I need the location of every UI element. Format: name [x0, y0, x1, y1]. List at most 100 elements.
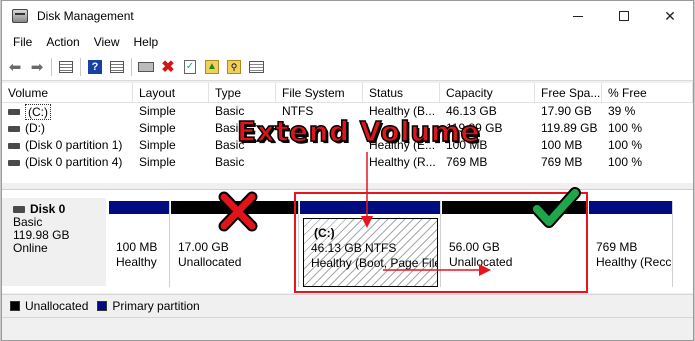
partition-label: (C:)	[314, 226, 335, 240]
volume-name: (Disk 0 partition 4)	[25, 155, 123, 169]
volume-name: (Disk 0 partition 1)	[25, 138, 123, 152]
list-view-button[interactable]	[247, 58, 265, 76]
table-cell: Simple	[139, 138, 176, 152]
partition-unallocated-2[interactable]: 56.00 GB Unallocated	[442, 201, 588, 287]
menu-bar: File Action View Help	[2, 31, 693, 53]
check-button[interactable]: ✓	[181, 58, 199, 76]
partition-c-selected: (C:) 46.13 GB NTFS Healthy (Boot, Page F…	[303, 218, 438, 287]
column-layout[interactable]: Layout	[133, 83, 209, 102]
disk-management-window: Disk Management ✕ File Action View Help …	[1, 0, 694, 341]
close-button[interactable]: ✕	[647, 1, 693, 31]
disk-status: Online	[13, 241, 48, 255]
table-cell	[276, 120, 363, 137]
table-cell: 119.89 GB	[541, 121, 598, 135]
help-icon: ?	[88, 59, 102, 74]
drive-icon	[8, 142, 20, 149]
connect-disk-icon	[138, 61, 154, 72]
table-cell: Basic	[215, 121, 245, 135]
legend: Unallocated Primary partition	[2, 294, 693, 316]
table-row[interactable]: (Disk 0 partition 1) Simple Basic Healthy (…	[2, 137, 693, 154]
partition-recovery[interactable]: 769 MB Healthy (Recc	[589, 201, 673, 287]
title-bar: Disk Management ✕	[2, 1, 693, 31]
table-cell: 100 MB	[541, 138, 583, 152]
menu-view[interactable]: View	[87, 31, 127, 53]
table-cell: Healthy (R...	[369, 155, 436, 169]
close-icon: ✕	[664, 7, 676, 24]
menu-file[interactable]: File	[6, 31, 39, 53]
disk-0-label[interactable]: Disk 0 Basic 119.98 GB Online	[2, 198, 106, 286]
minimize-button[interactable]	[555, 1, 601, 31]
partition-bar	[442, 201, 587, 214]
minimize-icon	[573, 15, 583, 17]
disk-icon	[13, 206, 25, 213]
table-cell: 100 MB	[446, 138, 488, 152]
folder-search-icon: ⚲	[227, 59, 241, 74]
disk-management-app-icon	[12, 9, 28, 23]
table-row[interactable]: (C:) Simple Basic NTFS Healthy (B... 46.13 GB…	[2, 103, 693, 120]
table-cell: 100 %	[608, 155, 643, 169]
partition-size: 17.00 GB	[178, 240, 229, 254]
drive-icon	[8, 125, 20, 132]
table-cell: Healthy (B...	[369, 104, 436, 118]
partition-bar	[300, 201, 440, 214]
legend-primary: Primary partition	[112, 298, 200, 313]
unallocated-swatch	[10, 300, 20, 311]
column-file-system[interactable]: File System	[276, 83, 363, 102]
table-cell: 100 %	[608, 138, 643, 152]
forward-icon[interactable]: ➡	[28, 58, 46, 76]
partition-c[interactable]: (C:) 46.13 GB NTFS Healthy (Boot, Page F…	[300, 201, 441, 287]
partition-size: 56.00 GB	[449, 240, 500, 254]
volume-name-cell: (Disk 0 partition 4)	[2, 154, 133, 171]
properties-button[interactable]	[108, 58, 126, 76]
partition-status: Unallocated	[178, 255, 242, 269]
list-view-icon	[248, 60, 264, 73]
partition-size: 769 MB	[596, 240, 638, 254]
drive-icon	[8, 159, 20, 166]
column-type[interactable]: Type	[209, 83, 276, 102]
table-cell: 769 MB	[446, 155, 488, 169]
column-capacity[interactable]: Capacity	[440, 83, 535, 102]
column-free-space[interactable]: Free Spa...	[535, 83, 602, 102]
folder-up-button[interactable]: ▲	[203, 58, 221, 76]
toolbar-separator	[131, 57, 132, 76]
partition-bar	[109, 201, 169, 214]
column-volume[interactable]: Volume	[2, 83, 133, 102]
partition-size: 100 MB	[116, 240, 158, 254]
table-cell: Simple	[139, 121, 176, 135]
menu-action[interactable]: Action	[39, 31, 86, 53]
column-status[interactable]: Status	[363, 83, 440, 102]
toolbar: ⬅ ➡ ? ✖ ✓ ▲ ⚲	[2, 53, 693, 81]
table-row[interactable]: (Disk 0 partition 4) Simple Basic Healthy (…	[2, 154, 693, 171]
volume-rows: (C:) Simple Basic NTFS Healthy (B... 46.13 GB…	[2, 103, 693, 171]
connect-disk-button[interactable]	[137, 58, 155, 76]
volume-name: (D:)	[25, 121, 45, 135]
table-row[interactable]: (D:) Simple Basic 119.89 GB 119.89 GB 100 %	[2, 120, 693, 137]
grid-view-button[interactable]	[57, 58, 75, 76]
column-percent-free[interactable]: % Free	[602, 83, 693, 102]
folder-search-button[interactable]: ⚲	[225, 58, 243, 76]
check-icon: ✓	[184, 59, 196, 74]
window-title: Disk Management	[37, 9, 134, 23]
partition-unallocated-1[interactable]: 17.00 GB Unallocated	[171, 201, 299, 287]
menu-help[interactable]: Help	[127, 31, 166, 53]
toolbar-separator	[51, 57, 52, 76]
table-cell	[276, 137, 363, 154]
back-icon[interactable]: ⬅	[6, 58, 24, 76]
table-cell: Simple	[139, 104, 176, 118]
grid-view-icon	[59, 60, 73, 73]
partition-size: 46.13 GB NTFS	[311, 241, 397, 255]
folder-up-icon: ▲	[205, 59, 219, 74]
table-cell: 769 MB	[541, 155, 583, 169]
table-cell: 39 %	[608, 104, 636, 118]
partition-bar	[171, 201, 298, 214]
partition-efi[interactable]: 100 MB Healthy	[109, 201, 170, 287]
table-cell: Simple	[139, 155, 176, 169]
maximize-button[interactable]	[601, 1, 647, 31]
volume-list: Volume Layout Type File System Status Ca…	[2, 83, 693, 183]
table-cell: 100 %	[608, 121, 643, 135]
delete-icon[interactable]: ✖	[159, 58, 177, 76]
partition-status: Unallocated	[449, 255, 513, 269]
help-button[interactable]: ?	[86, 58, 104, 76]
status-bar	[2, 317, 693, 340]
table-cell	[276, 154, 363, 171]
